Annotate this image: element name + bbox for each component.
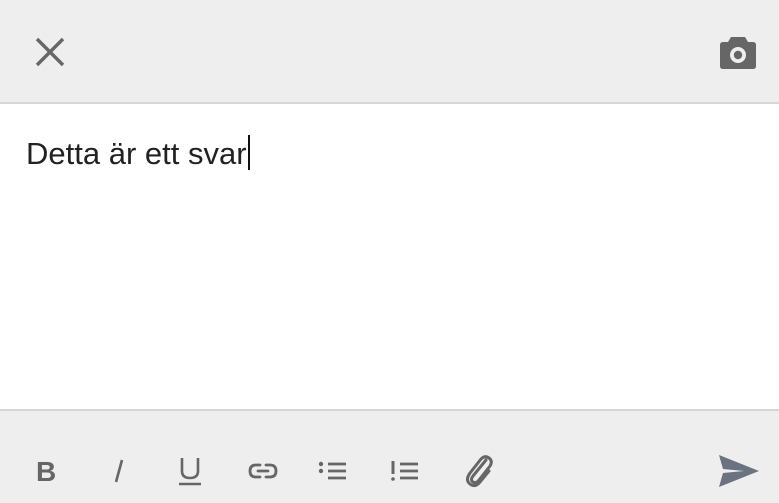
close-button[interactable] <box>26 28 74 76</box>
message-text[interactable]: Detta är ett svar <box>26 132 250 176</box>
italic-icon <box>114 459 124 483</box>
italic-button[interactable] <box>97 449 141 493</box>
message-text-content: Detta är ett svar <box>26 136 247 171</box>
text-caret <box>247 135 250 170</box>
formatting-toolbar: B <box>0 409 779 503</box>
paperclip-icon <box>466 455 493 488</box>
numbered-list-button[interactable] <box>383 449 427 493</box>
svg-text:B: B <box>36 458 56 484</box>
link-button[interactable] <box>241 449 285 493</box>
message-editor[interactable]: Detta är ett svar <box>0 104 779 410</box>
attach-button[interactable] <box>457 449 501 493</box>
bulleted-list-icon <box>318 461 346 480</box>
underline-icon <box>179 458 201 486</box>
camera-button[interactable] <box>714 28 762 76</box>
numbered-list-icon <box>391 461 418 481</box>
composer-header <box>0 0 779 104</box>
bold-button[interactable]: B <box>24 449 68 493</box>
send-icon <box>719 455 759 487</box>
underline-button[interactable] <box>168 449 212 493</box>
link-icon <box>248 463 278 479</box>
send-button[interactable] <box>714 449 764 493</box>
bulleted-list-button[interactable] <box>311 449 355 493</box>
reply-composer: Detta är ett svar B <box>0 0 779 503</box>
bold-icon: B <box>36 458 56 484</box>
camera-icon <box>720 37 756 69</box>
close-icon <box>35 37 65 67</box>
